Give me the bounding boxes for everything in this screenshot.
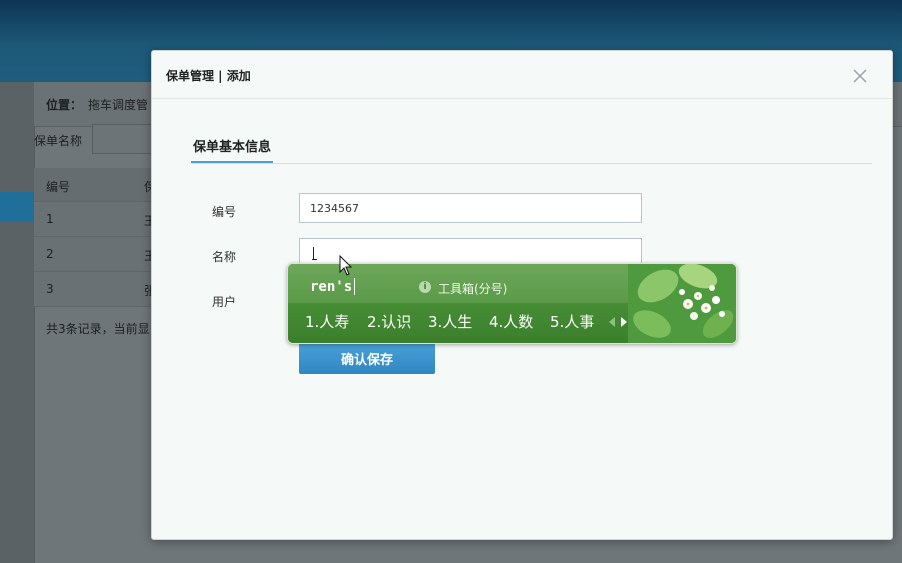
policy-table: 编号 保 1 王 2 王 3 张 [34,168,156,307]
text-caret-underline [312,259,317,260]
confirm-save-button[interactable]: 确认保存 [299,343,435,374]
table-header-row: 编号 保 [34,168,156,202]
breadcrumb-value[interactable]: 拖车调度管 [88,96,148,113]
name-label: 名称 [212,250,237,264]
ime-skin-flower-decoration [628,264,736,343]
table-cell: 3 [46,282,54,296]
close-icon[interactable] [852,68,868,84]
tab-divider [191,163,872,164]
tab-basic-info[interactable]: 保单基本信息 [191,136,274,164]
ime-candidate[interactable]: 3.人生 [428,311,472,332]
number-label: 编号 [212,205,237,219]
ime-candidate[interactable]: 2.认识 [367,311,411,332]
ime-candidate[interactable]: 5.人事 [550,311,594,332]
dialog-header: 保单管理 | 添加 [152,51,892,99]
dialog-title: 保单管理 | 添加 [166,69,251,83]
table-row[interactable]: 1 王 [34,202,156,237]
ime-toolbox-link[interactable]: 工具箱(分号) [438,280,507,297]
table-footer-text: 共3条记录，当前显 [46,322,150,336]
table-cell: 2 [46,247,54,261]
sidebar-active-item[interactable] [0,192,34,222]
ime-candidate-window: ren's i 工具箱(分号) 1.人寿 2.认识 3.人生 4.人数 5.人事 [287,263,737,344]
table-cell: 1 [46,212,54,226]
number-field[interactable] [299,193,642,223]
ime-candidate[interactable]: 4.人数 [489,311,533,332]
ime-pinyin-input: ren's [310,279,353,295]
table-row[interactable]: 2 王 [34,237,156,272]
user-label: 用户 [212,295,237,309]
search-input[interactable] [92,124,154,154]
table-row[interactable]: 3 张 [34,272,156,307]
next-page-icon[interactable] [621,317,627,327]
prev-page-icon[interactable] [609,317,615,327]
breadcrumb-label: 位置： [46,98,83,112]
table-header-cell: 编号 [46,180,71,194]
ime-candidate[interactable]: 1.人寿 [305,311,349,332]
mouse-cursor-icon [339,255,353,276]
sidebar [0,82,35,563]
info-icon[interactable]: i [419,281,431,293]
search-label: 保单名称 [34,134,83,148]
ime-text-cursor [354,278,355,295]
